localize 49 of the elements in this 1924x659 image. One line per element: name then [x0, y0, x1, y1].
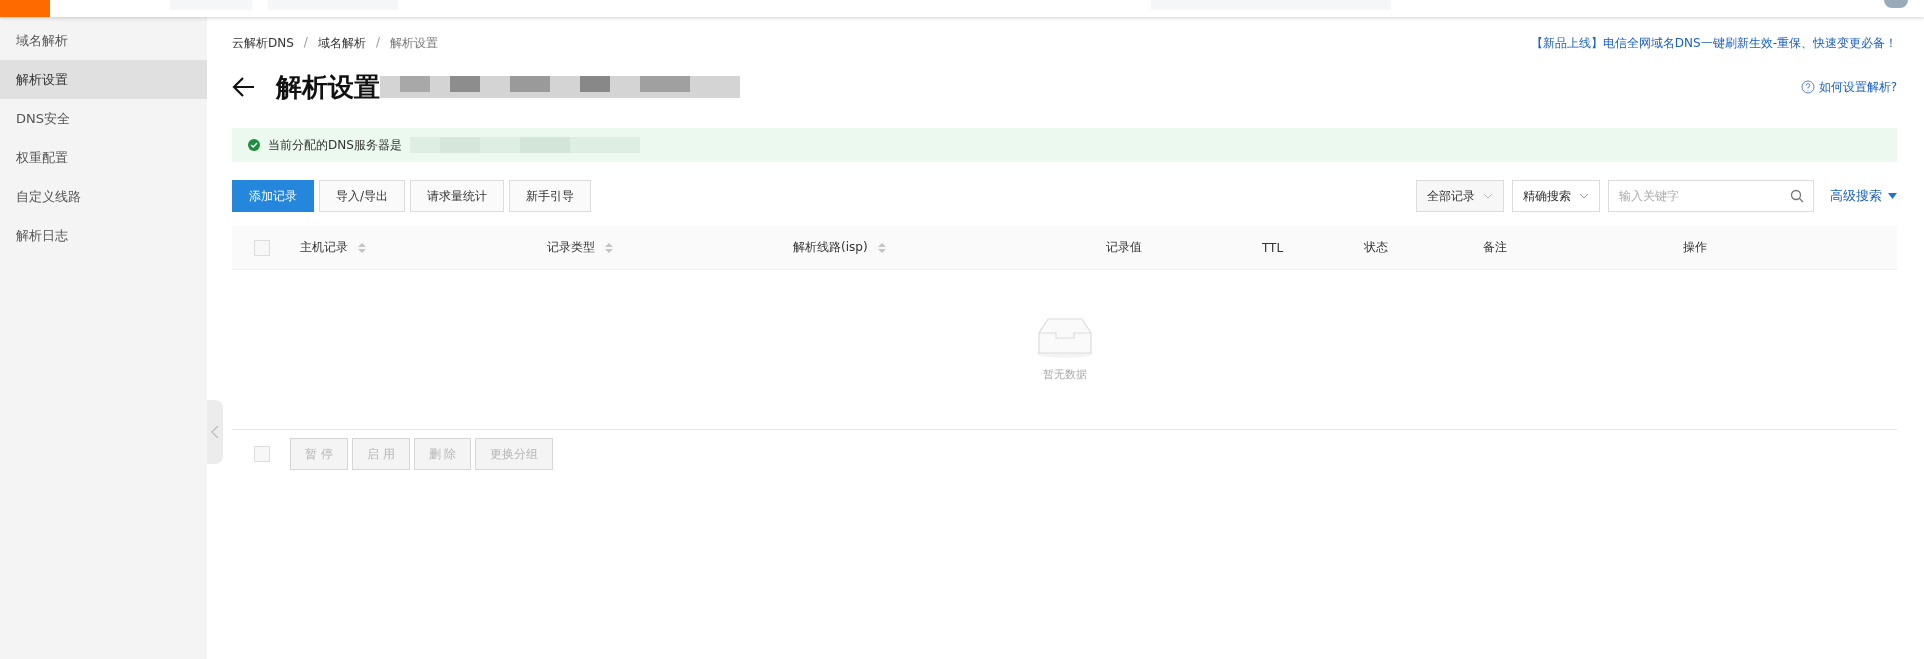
sidebar-item[interactable]: 解析设置: [0, 60, 207, 99]
toolbar-button[interactable]: 新手引导: [509, 180, 592, 212]
sidebar-item[interactable]: DNS安全: [0, 99, 207, 138]
chevron-down-icon: [1483, 193, 1493, 199]
column-header: 状态: [1364, 239, 1388, 256]
empty-inbox-icon: [1035, 317, 1094, 359]
breadcrumb-link[interactable]: 云解析DNS: [232, 34, 294, 52]
search-icon[interactable]: [1790, 189, 1804, 203]
alert-text: 当前分配的DNS服务器是: [268, 136, 402, 154]
sidebar-item[interactable]: 自定义线路: [0, 177, 207, 216]
toolbar-button[interactable]: 请求量统计: [410, 180, 505, 212]
sidebar-item[interactable]: 解析日志: [0, 216, 207, 255]
select-all-checkbox[interactable]: [254, 239, 270, 256]
select-all-checkbox[interactable]: [254, 446, 270, 462]
toolbar-button[interactable]: 添加记录: [232, 180, 314, 212]
sort-icon[interactable]: [605, 241, 613, 254]
success-icon: [248, 139, 260, 151]
column-header: 操作: [1683, 239, 1707, 256]
match-mode-dropdown[interactable]: 精确搜索: [1512, 180, 1600, 212]
breadcrumb-separator: /: [375, 34, 380, 51]
column-header: 记录值: [1106, 239, 1142, 256]
sort-icon[interactable]: [358, 241, 366, 254]
help-icon: [1800, 80, 1815, 94]
page-title: 解析设置: [276, 70, 380, 104]
advanced-search-link[interactable]: 高级搜索: [1830, 187, 1897, 205]
search-field[interactable]: 输入关键字: [1608, 180, 1814, 212]
column-header: 解析线路(isp): [793, 239, 868, 256]
column-header: 主机记录: [300, 239, 348, 256]
column-header: TTL: [1262, 240, 1284, 255]
help-link[interactable]: 如何设置解析?: [1800, 78, 1897, 96]
column-header: 备注: [1483, 239, 1507, 256]
back-arrow-icon[interactable]: [232, 77, 256, 97]
column-header: 记录类型: [547, 239, 595, 256]
collapse-handle[interactable]: [207, 400, 223, 464]
breadcrumb-separator: /: [303, 34, 308, 51]
sidebar-item[interactable]: 权重配置: [0, 138, 207, 177]
record-filter-dropdown[interactable]: 全部记录: [1416, 180, 1504, 212]
breadcrumb-link[interactable]: 域名解析: [317, 34, 366, 52]
promo-link[interactable]: 【新品上线】电信全网域名DNS一键刷新生效-重保、快速变更必备！: [1530, 34, 1897, 52]
logo-icon: [0, 0, 50, 17]
toolbar-button[interactable]: 导入/导出: [319, 180, 406, 212]
sort-icon[interactable]: [877, 241, 886, 254]
caret-down-icon: [1888, 193, 1897, 199]
empty-message: 暂无数据: [1042, 367, 1087, 382]
breadcrumb-link[interactable]: 解析设置: [389, 34, 438, 52]
sidebar-item[interactable]: 域名解析: [0, 21, 207, 60]
avatar-icon[interactable]: [1884, 0, 1908, 8]
chevron-down-icon: [1579, 193, 1589, 199]
chevron-left-icon: [211, 425, 219, 439]
